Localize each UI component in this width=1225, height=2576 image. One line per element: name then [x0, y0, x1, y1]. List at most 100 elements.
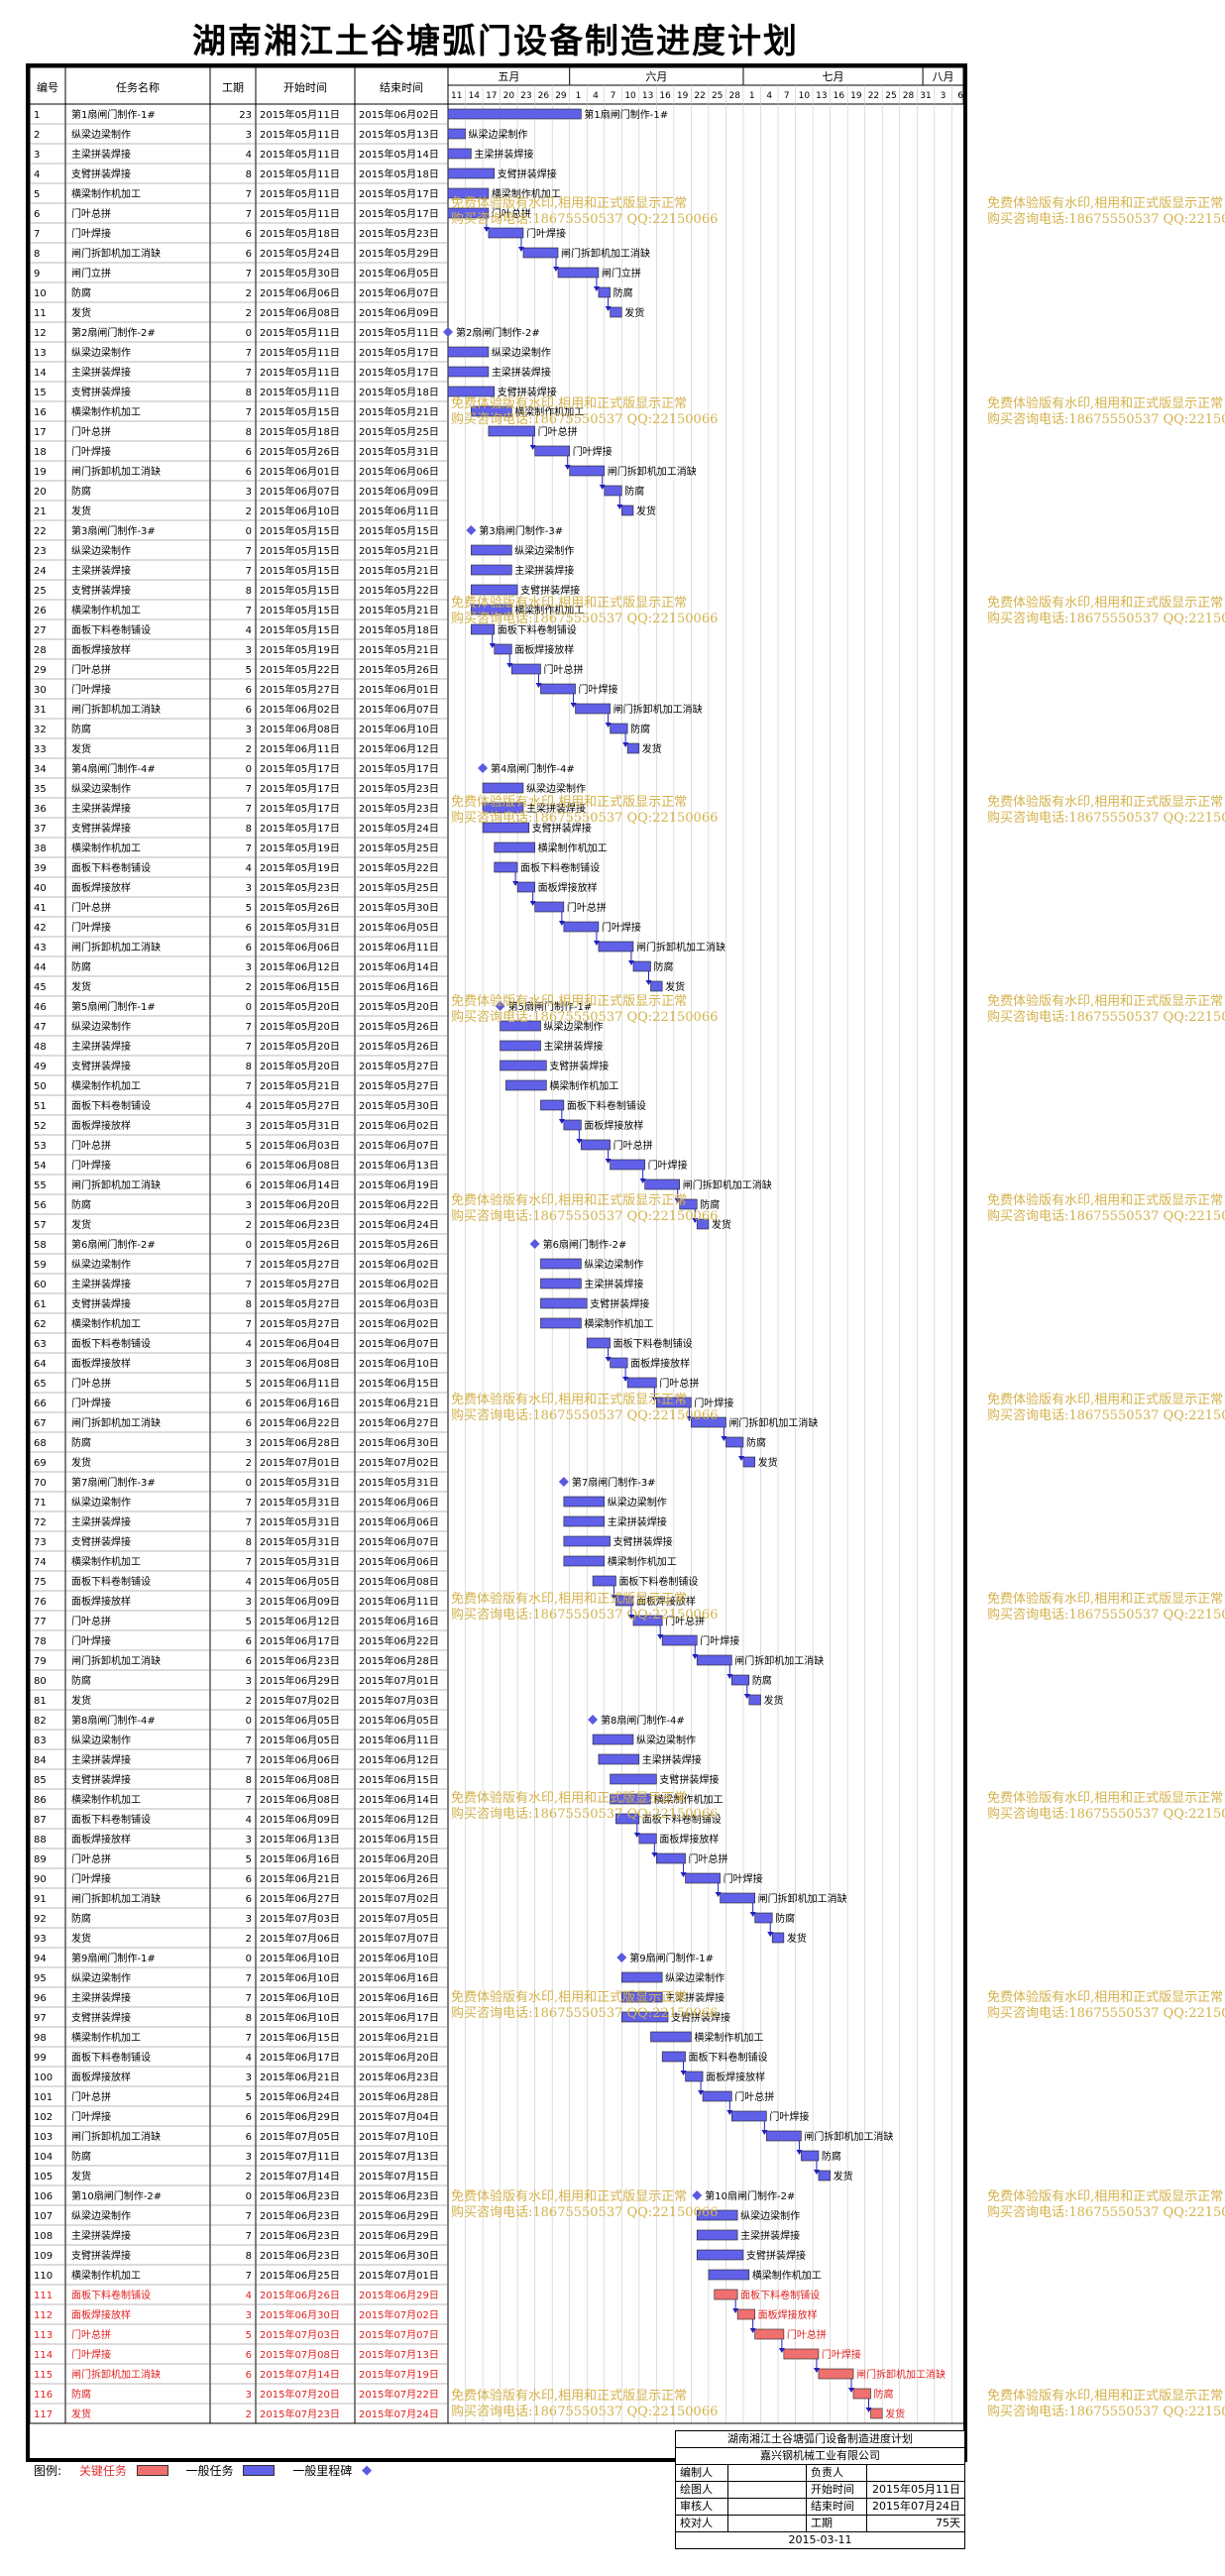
task-name: 防腐: [71, 1912, 91, 1925]
task-end: 2015年06月20日: [359, 1852, 439, 1865]
task-id: 18: [34, 447, 47, 458]
task-duration: 6: [246, 1418, 252, 1429]
task-start: 2015年06月08日: [260, 723, 340, 735]
task-id: 82: [34, 1716, 47, 1727]
task-id: 23: [34, 546, 47, 557]
task-duration: 3: [246, 1359, 252, 1370]
task-bar: [488, 227, 524, 239]
task-id: 79: [34, 1656, 47, 1667]
watermark-line: 购买咨询电话:18675550537 QQ:22150066: [451, 212, 719, 227]
task-start: 2015年05月20日: [260, 1000, 340, 1013]
task-id: 39: [34, 863, 47, 874]
watermark: 免费体验版有水印,相用和正式版显示正常 购买咨询电话:18675550537 QQ…: [451, 1592, 718, 1624]
task-duration: 7: [246, 1557, 252, 1568]
task-end: 2015年06月05日: [359, 1714, 439, 1727]
watermark: 免费体验版有水印,相用和正式版显示正常 购买咨询电话:18675550537 QQ…: [451, 1393, 718, 1424]
task-start: 2015年06月07日: [260, 485, 340, 498]
bar-label: 闸门拆卸机加工消缺: [728, 1416, 818, 1429]
task-bar: [748, 1694, 761, 1706]
task-id: 9: [34, 269, 40, 280]
bar-label: 面板下料卷制铺设: [567, 1099, 646, 1112]
task-id: 106: [34, 2191, 53, 2202]
bar-label: 主梁拼装焊接: [492, 366, 551, 379]
task-start: 2015年06月06日: [260, 286, 340, 299]
task-name: 支臂拼装焊接: [71, 1297, 131, 1310]
task-end: 2015年06月02日: [359, 1278, 439, 1290]
task-id: 87: [34, 1815, 47, 1826]
task-start: 2015年05月15日: [260, 544, 340, 557]
task-end: 2015年06月07日: [359, 286, 439, 299]
bar-label: 纵梁边梁制作: [636, 1734, 696, 1746]
task-duration: 7: [246, 2033, 252, 2044]
task-start: 2015年06月15日: [260, 980, 340, 993]
task-start: 2015年05月15日: [260, 564, 340, 577]
task-id: 30: [34, 685, 47, 696]
task-bar: [610, 1357, 628, 1369]
milestone-marker: [443, 327, 453, 337]
task-duration: 7: [246, 1993, 252, 2004]
bar-label: 横梁制作机加工: [752, 2269, 822, 2282]
task-bar: [661, 2051, 686, 2063]
task-end: 2015年06月10日: [359, 723, 439, 735]
task-id: 34: [34, 764, 47, 775]
task-bar: [534, 445, 570, 457]
day-tick-label: 22: [868, 91, 879, 101]
task-duration: 3: [246, 883, 252, 894]
bar-label: 纵梁边梁制作: [608, 1496, 667, 1509]
day-tick-label: 19: [677, 91, 689, 101]
task-name: 纵梁边梁制作: [71, 544, 131, 557]
task-start: 2015年05月20日: [260, 1020, 340, 1033]
task-end: 2015年05月26日: [359, 1040, 439, 1053]
task-bar: [771, 1932, 785, 1944]
task-id: 53: [34, 1141, 47, 1152]
task-duration: 0: [246, 1478, 252, 1489]
task-end: 2015年06月01日: [359, 683, 439, 696]
bar-label: 门叶焊接: [648, 1159, 688, 1172]
task-duration: 0: [246, 1240, 252, 1251]
task-name: 门叶焊接: [71, 1159, 111, 1172]
task-name: 门叶总拼: [71, 207, 111, 220]
task-start: 2015年05月11日: [260, 346, 340, 359]
watermark: 免费体验版有水印,相用和正式版显示正常 购买咨询电话:18675550537 QQ…: [987, 2189, 1225, 2221]
task-name: 主梁拼装焊接: [71, 564, 131, 577]
task-start: 2015年05月11日: [260, 386, 340, 398]
task-end: 2015年06月29日: [359, 2209, 439, 2222]
task-name: 防腐: [71, 485, 91, 498]
task-bar: [563, 1515, 606, 1527]
task-bar: [581, 1139, 611, 1151]
task-name: 门叶焊接: [71, 683, 111, 696]
task-duration: 4: [246, 2291, 252, 2301]
day-tick-label: 13: [816, 91, 827, 101]
column-header: 编号: [37, 80, 58, 94]
day-tick-label: 28: [903, 91, 915, 101]
title-block-cell: 绘图人: [680, 2483, 713, 2496]
task-start: 2015年06月10日: [260, 1952, 340, 1964]
task-name: 发货: [71, 2170, 91, 2183]
task-end: 2015年06月29日: [359, 2229, 439, 2242]
watermark-line: 购买咨询电话:18675550537 QQ:22150066: [451, 811, 719, 826]
task-end: 2015年05月30日: [359, 901, 439, 914]
task-end: 2015年06月24日: [359, 1218, 439, 1231]
task-bar: [818, 2170, 831, 2182]
bar-label: 门叶焊接: [724, 1872, 763, 1885]
task-duration: 7: [246, 804, 252, 815]
task-duration: 7: [246, 843, 252, 854]
watermark-line: 购买咨询电话:18675550537 QQ:22150066: [987, 1408, 1225, 1423]
task-start: 2015年06月01日: [260, 465, 340, 478]
bar-label: 门叶总拼: [567, 901, 607, 914]
task-duration: 7: [246, 1498, 252, 1509]
task-id: 28: [34, 645, 47, 656]
task-end: 2015年05月29日: [359, 247, 439, 260]
task-name: 主梁拼装焊接: [71, 1278, 131, 1290]
task-id: 41: [34, 903, 47, 914]
task-end: 2015年07月04日: [359, 2110, 439, 2123]
task-id: 33: [34, 744, 47, 755]
task-bar: [626, 742, 640, 754]
watermark-line: 购买咨询电话:18675550537 QQ:22150066: [987, 1209, 1225, 1224]
legend: 图例: 关键任务 一般任务 一般里程碑 ◆: [34, 2458, 378, 2482]
watermark-line: 免费体验版有水印,相用和正式版显示正常: [451, 196, 688, 211]
bar-label: 防腐: [624, 485, 644, 498]
task-end: 2015年06月15日: [359, 1833, 439, 1846]
bar-label: 横梁制作机加工: [538, 841, 608, 854]
task-bar: [447, 386, 496, 397]
